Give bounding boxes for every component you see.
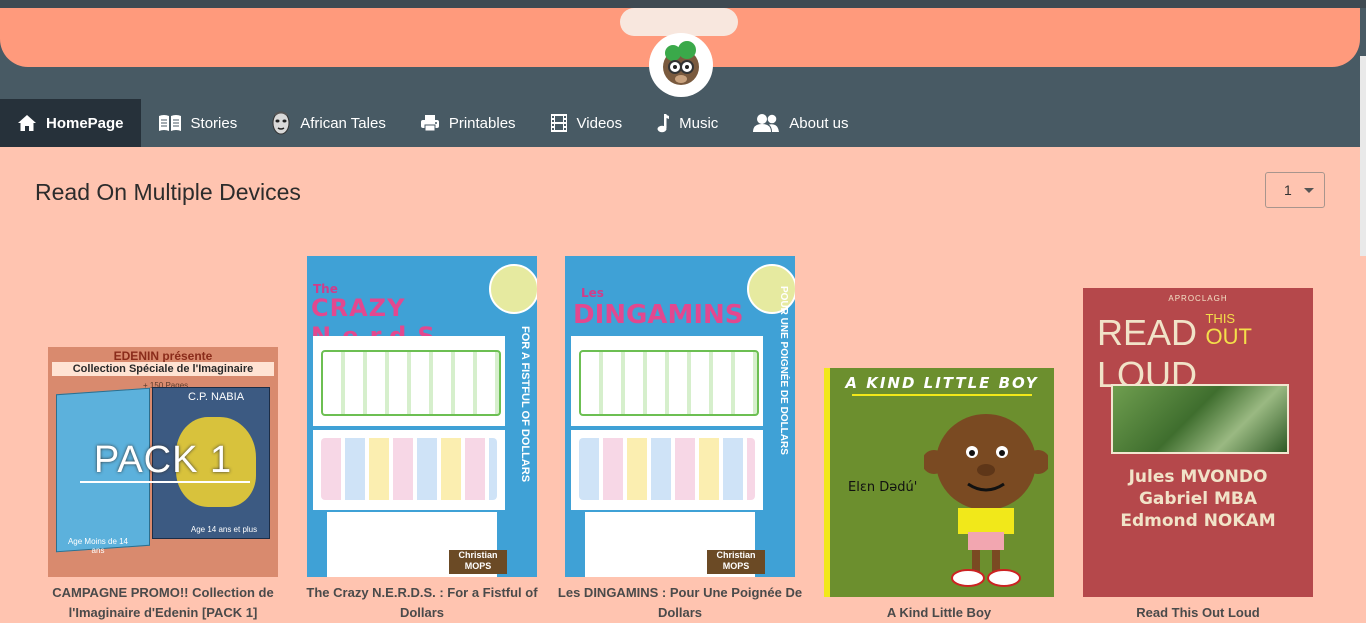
book-cover[interactable]: A KIND LITTLE BOY Elɛn Dədú' bbox=[824, 368, 1054, 597]
nav-label-african-tales: African Tales bbox=[300, 114, 386, 132]
book-cover[interactable]: APROCLAGH READ THIS OUT LOUD Jules MVOND… bbox=[1083, 288, 1313, 597]
cover-badge: Christian MOPS bbox=[707, 550, 765, 574]
book-cover[interactable]: The CRAZY N.e.r.d.S. FOR A FISTFUL OF DO… bbox=[307, 256, 537, 577]
cover-publisher: APROCLAGH bbox=[1168, 294, 1228, 303]
cover-author: Elɛn Dədú' bbox=[848, 480, 918, 495]
cover-side-text-wrap: POUR UNE POIGNÉE DE DOLLARS bbox=[745, 286, 795, 506]
cover-author-1: Jules MVONDO bbox=[1128, 467, 1268, 487]
nav-item-music[interactable]: Music bbox=[639, 99, 735, 147]
site-logo[interactable] bbox=[649, 33, 713, 97]
cover-age-left: Age Moins de 14 ans bbox=[67, 537, 129, 555]
cover-sketch-bottom bbox=[571, 430, 763, 510]
nav-item-about-us[interactable]: About us bbox=[735, 99, 865, 147]
book-cover[interactable]: EDENIN présente Collection Spéciale de l… bbox=[48, 347, 278, 577]
music-note-icon bbox=[657, 114, 670, 133]
printer-icon bbox=[420, 115, 439, 132]
cover-age-right: Age 14 ans et plus bbox=[190, 525, 258, 534]
cover-author-2: Gabriel MBA bbox=[1138, 489, 1258, 509]
book-open-icon bbox=[158, 115, 181, 131]
nav-label-about-us: About us bbox=[789, 114, 849, 132]
deer-logo-icon bbox=[663, 41, 699, 85]
book-card[interactable]: APROCLAGH READ THIS OUT LOUD Jules MVOND… bbox=[1083, 288, 1313, 620]
chevron-down-icon bbox=[1304, 188, 1314, 193]
cover-authors: Jules MVONDO Gabriel MBA Edmond NOKAM bbox=[1083, 466, 1313, 532]
film-icon bbox=[550, 114, 567, 132]
cover-side-text: POUR UNE POIGNÉE DE DOLLARS bbox=[778, 286, 789, 455]
book-caption[interactable]: CAMPAGNE PROMO!! Collection de l'Imagina… bbox=[38, 583, 288, 623]
cover-title-underline bbox=[852, 394, 1032, 396]
cover-title-read: READ bbox=[1097, 312, 1198, 353]
book-card[interactable]: The CRAZY N.e.r.d.S. FOR A FISTFUL OF DO… bbox=[306, 256, 538, 620]
cover-sketch-bottom bbox=[313, 430, 505, 510]
cover-underline bbox=[80, 481, 250, 483]
cover-title: DINGAMINS bbox=[573, 300, 744, 330]
cover-title: A KIND LITTLE BOY bbox=[845, 374, 1039, 392]
cover-sketch-figures-top bbox=[579, 350, 759, 416]
cover-title-out: OUT bbox=[1205, 324, 1252, 349]
cover-sketch-figures-bottom bbox=[321, 438, 497, 500]
cover-side-text: FOR A FISTFUL OF DOLLARS bbox=[519, 326, 531, 483]
cover-sketch-figures-bottom bbox=[579, 438, 755, 500]
cover-big-title: PACK 1 bbox=[93, 439, 233, 481]
nav-item-african-tales[interactable]: African Tales bbox=[254, 99, 403, 147]
book-card[interactable]: A KIND LITTLE BOY Elɛn Dədú' A Kind Litt… bbox=[824, 368, 1054, 620]
cover-photo-trees bbox=[1111, 384, 1289, 454]
top-strip bbox=[0, 0, 1366, 8]
cover-moon bbox=[489, 264, 537, 314]
nav-label-music: Music bbox=[679, 114, 719, 132]
cover-side-text-wrap: FOR A FISTFUL OF DOLLARS bbox=[487, 326, 537, 516]
nav-label-homepage: HomePage bbox=[46, 114, 124, 132]
cover-prefix: Les bbox=[581, 286, 604, 300]
cloud-decoration bbox=[620, 8, 738, 36]
section-title: Read On Multiple Devices bbox=[35, 179, 301, 205]
book-card[interactable]: Les DINGAMINS POUR UNE POIGNÉE DE DOLLAR… bbox=[558, 256, 802, 620]
nav-label-stories: Stories bbox=[190, 114, 238, 132]
nav-label-videos: Videos bbox=[576, 114, 623, 132]
cover-author: C.P. NABIA bbox=[188, 391, 245, 403]
book-caption[interactable]: A Kind Little Boy bbox=[814, 603, 1064, 623]
boy-illustration bbox=[924, 414, 1048, 587]
page-select-value: 1 bbox=[1284, 182, 1292, 198]
book-caption[interactable]: The Crazy N.E.R.D.S. : For a Fistful of … bbox=[297, 583, 547, 623]
cover-title-mid: THIS OUT bbox=[1205, 312, 1251, 348]
nav-label-printables: Printables bbox=[448, 114, 516, 132]
book-card[interactable]: EDENIN présente Collection Spéciale de l… bbox=[48, 347, 278, 620]
book-cover[interactable]: Les DINGAMINS POUR UNE POIGNÉE DE DOLLAR… bbox=[565, 256, 795, 577]
african-mask-icon bbox=[272, 111, 290, 135]
cover-badge: Christian MOPS bbox=[449, 550, 507, 574]
page-select[interactable]: 1 bbox=[1265, 172, 1325, 208]
nav-item-homepage[interactable]: HomePage bbox=[0, 99, 141, 147]
main-navigation: HomePage Stories African Tales Printable… bbox=[0, 99, 866, 147]
cover-author-3: Edmond NOKAM bbox=[1120, 511, 1276, 531]
home-icon bbox=[18, 115, 36, 131]
cover-top-text: EDENIN présente bbox=[113, 349, 213, 363]
cover-sketch-top bbox=[571, 336, 763, 426]
cover-sketch-top bbox=[313, 336, 505, 426]
cover-sketch-figures-top bbox=[321, 350, 501, 416]
users-icon bbox=[753, 114, 780, 132]
book-caption[interactable]: Read This Out Loud bbox=[1073, 603, 1323, 623]
nav-item-printables[interactable]: Printables bbox=[403, 99, 533, 147]
cover-subtitle: Collection Spéciale de l'Imaginaire bbox=[52, 362, 274, 376]
nav-item-videos[interactable]: Videos bbox=[533, 99, 640, 147]
nav-item-stories[interactable]: Stories bbox=[141, 99, 255, 147]
book-caption[interactable]: Les DINGAMINS : Pour Une Poignée De Doll… bbox=[555, 583, 805, 623]
